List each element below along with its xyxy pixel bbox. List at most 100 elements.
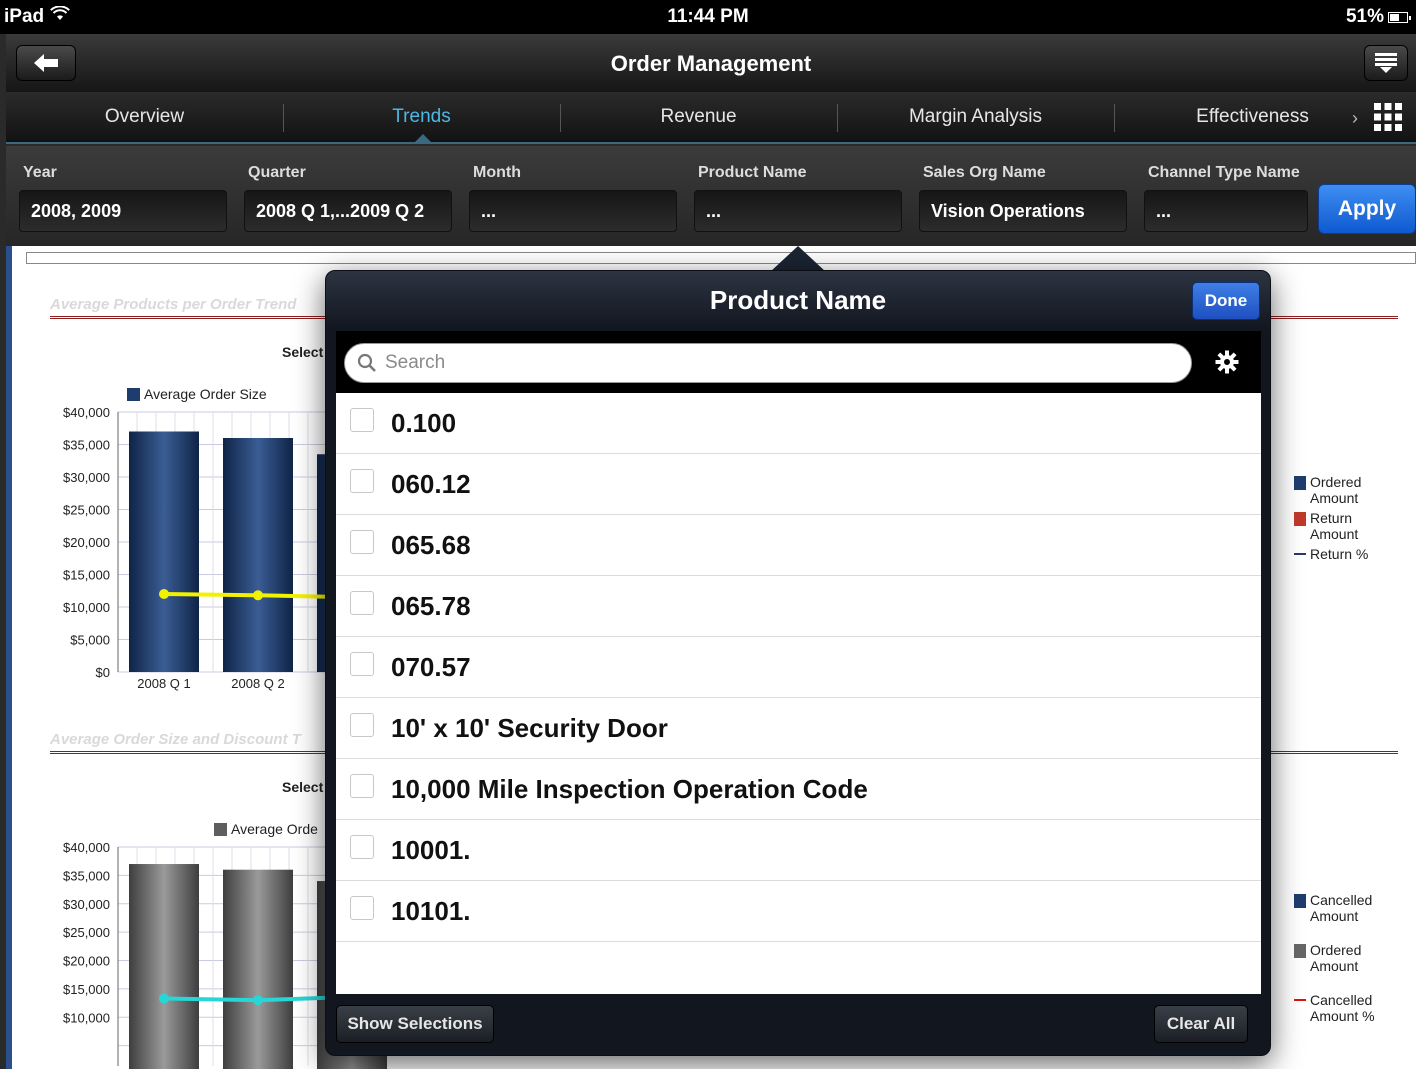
search-icon: [357, 353, 376, 372]
y-tick-label: $15,000: [63, 982, 110, 997]
filter-label: Sales Org Name: [923, 164, 1046, 181]
list-item[interactable]: 10101.: [336, 881, 1261, 942]
list-item[interactable]: 070.57: [336, 637, 1261, 698]
page-title: Order Management: [610, 51, 812, 76]
list-item[interactable]: 065.78: [336, 576, 1261, 637]
legend-label: Cancelled Amount: [1310, 892, 1373, 924]
y-tick-label: $30,000: [63, 470, 110, 485]
clear-all-button[interactable]: Clear All: [1154, 1005, 1248, 1043]
filter-bar: Year 2008, 2009 Quarter 2008 Q 1,...2009…: [6, 146, 1416, 246]
sales-org-select[interactable]: Vision Operations: [919, 190, 1127, 232]
list-item[interactable]: 060.12: [336, 454, 1261, 515]
gear-icon[interactable]: [1215, 350, 1239, 374]
filter-year: Year 2008, 2009: [19, 164, 227, 232]
legend-item: Cancelled Amount: [1294, 892, 1378, 924]
month-select[interactable]: ...: [469, 190, 677, 232]
legend-swatch: [1294, 553, 1306, 555]
legend-swatch: [1294, 476, 1306, 490]
legend-item: Ordered Amount: [1294, 942, 1378, 974]
tab-bar: Overview Trends Revenue Margin Analysis …: [6, 92, 1416, 144]
tab-overview[interactable]: Overview: [6, 92, 283, 142]
list-item[interactable]: 10' x 10' Security Door: [336, 698, 1261, 759]
done-button[interactable]: Done: [1192, 282, 1260, 320]
legend-item: Cancelled Amount %: [1294, 992, 1378, 1024]
checkbox[interactable]: [350, 835, 374, 859]
all-pages-button[interactable]: [1360, 92, 1416, 142]
channel-type-select[interactable]: ...: [1144, 190, 1308, 232]
product-name-select[interactable]: ...: [694, 190, 902, 232]
list-item-label: 10,000 Mile Inspection Operation Code: [391, 773, 868, 804]
bar: [223, 869, 293, 1069]
legend-label: Return %: [1310, 546, 1369, 562]
show-selections-button[interactable]: Show Selections: [336, 1005, 494, 1043]
legend-item: Ordered Amount: [1294, 474, 1370, 506]
y-tick-label: $40,000: [63, 840, 110, 855]
filter-sales-org: Sales Org Name Vision Operations: [919, 164, 1127, 232]
tab-revenue[interactable]: Revenue: [560, 92, 837, 142]
chevron-right-icon: ›: [1352, 108, 1358, 128]
checkbox[interactable]: [350, 652, 374, 676]
y-tick-label: $25,000: [63, 503, 110, 518]
grid-icon: [1374, 103, 1402, 131]
y-tick-label: $20,000: [63, 535, 110, 550]
list-item[interactable]: 10001.: [336, 820, 1261, 881]
x-tick-label: 2008 Q 2: [231, 676, 285, 691]
list-down-icon: [1375, 53, 1397, 73]
legend-label: Ordered Amount: [1310, 942, 1362, 974]
popover-arrow: [770, 246, 826, 272]
product-name-popover: Product Name Done 0.100 060.12 065.68 065.7…: [325, 270, 1271, 1056]
y-tick-label: $35,000: [63, 868, 110, 883]
bar: [129, 431, 199, 672]
filter-label: Product Name: [698, 164, 807, 181]
filter-label: Month: [473, 164, 521, 181]
legend-swatch: [1294, 894, 1306, 908]
right-legend-returns: Ordered Amount Return Amount Return %: [1294, 474, 1370, 566]
status-time: 11:44 PM: [667, 6, 749, 27]
checkbox[interactable]: [350, 713, 374, 737]
line-point: [253, 995, 263, 1006]
year-select[interactable]: 2008, 2009: [19, 190, 227, 232]
list-item[interactable]: 0.100: [336, 393, 1261, 454]
legend-swatch: [1294, 999, 1306, 1001]
apply-button[interactable]: Apply: [1318, 184, 1416, 234]
legend-item: Return %: [1294, 546, 1370, 562]
checkbox[interactable]: [350, 591, 374, 615]
y-tick-label: $20,000: [63, 954, 110, 969]
legend-item: Return Amount: [1294, 510, 1370, 542]
y-tick-label: $15,000: [63, 568, 110, 583]
right-legend-cancellations: Cancelled Amount Ordered Amount Cancelle…: [1294, 892, 1378, 1028]
filter-month: Month ...: [469, 164, 677, 232]
list-item-label: 070.57: [391, 651, 471, 682]
legend-swatch: [1294, 944, 1306, 958]
list-item[interactable]: 10,000 Mile Inspection Operation Code: [336, 759, 1261, 820]
search-field[interactable]: [344, 343, 1192, 383]
filter-label: Channel Type Name: [1148, 164, 1300, 181]
filter-product-name: Product Name ...: [694, 164, 902, 232]
quarter-select[interactable]: 2008 Q 1,...2009 Q 2: [244, 190, 452, 232]
popover-title: Product Name: [709, 285, 887, 315]
checkbox[interactable]: [350, 774, 374, 798]
legend-label: Cancelled Amount %: [1310, 992, 1375, 1024]
search-input[interactable]: [385, 352, 1165, 374]
tab-effectiveness[interactable]: Effectiveness: [1114, 92, 1391, 142]
active-tab-indicator: [414, 134, 432, 143]
y-tick-label: $0: [96, 665, 110, 680]
line-point: [159, 589, 169, 599]
product-list: 0.100 060.12 065.68 065.78 070.57 10' x 10' S…: [336, 393, 1261, 994]
list-item-label: 065.68: [391, 529, 471, 560]
actions-menu-button[interactable]: [1364, 45, 1408, 81]
x-tick-label: 2008 Q 1: [137, 676, 191, 691]
filter-channel-type: Channel Type Name ...: [1144, 164, 1308, 232]
list-item-label: 10101.: [391, 895, 471, 926]
list-item-label: 060.12: [391, 468, 471, 499]
tab-margin-analysis[interactable]: Margin Analysis: [837, 92, 1114, 142]
y-tick-label: $5,000: [70, 633, 110, 648]
checkbox[interactable]: [350, 896, 374, 920]
checkbox[interactable]: [350, 530, 374, 554]
list-item[interactable]: 065.68: [336, 515, 1261, 576]
legend-swatch: [1294, 512, 1306, 526]
checkbox[interactable]: [350, 469, 374, 493]
list-item-label: 065.78: [391, 590, 471, 621]
checkbox[interactable]: [350, 408, 374, 432]
y-tick-label: $10,000: [63, 600, 110, 615]
